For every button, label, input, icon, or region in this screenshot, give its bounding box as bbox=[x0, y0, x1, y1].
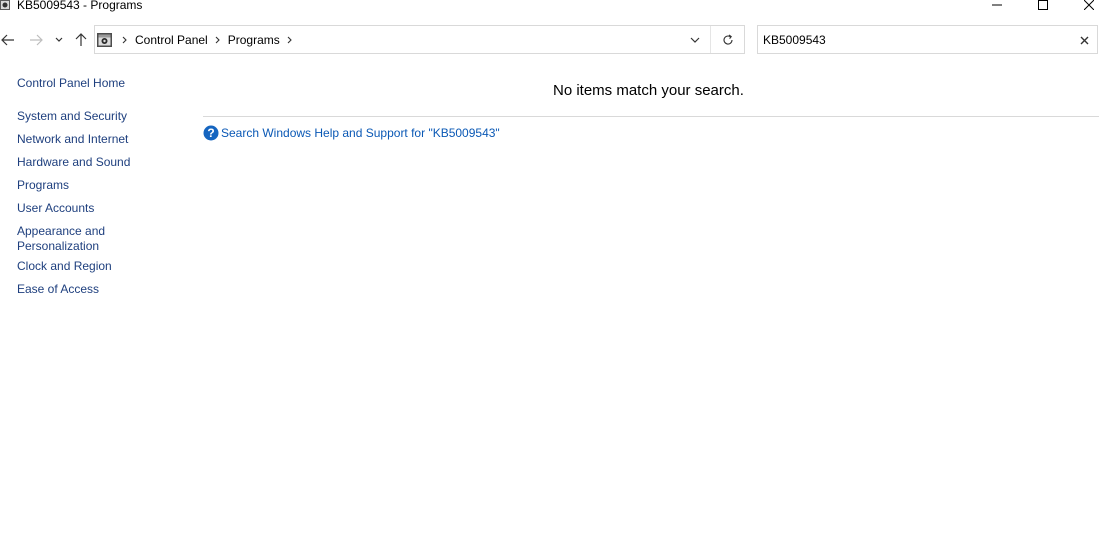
minimize-icon bbox=[992, 4, 1002, 6]
divider bbox=[203, 116, 1099, 117]
close-window-button[interactable] bbox=[1066, 0, 1099, 14]
sidebar-item-user-accounts[interactable]: User Accounts bbox=[17, 201, 94, 216]
empty-results-message: No items match your search. bbox=[553, 82, 744, 99]
address-dropdown-button[interactable] bbox=[686, 31, 704, 49]
chevron-right-icon[interactable] bbox=[210, 36, 226, 44]
chevron-right-icon[interactable] bbox=[117, 36, 133, 44]
close-icon bbox=[1084, 0, 1094, 10]
breadcrumb: Control Panel Programs bbox=[117, 26, 298, 53]
sidebar-item-network-and-internet[interactable]: Network and Internet bbox=[17, 132, 128, 147]
arrow-left-icon bbox=[1, 34, 14, 46]
maximize-button[interactable] bbox=[1020, 0, 1066, 14]
address-divider bbox=[710, 26, 711, 53]
sidebar-item-system-and-security[interactable]: System and Security bbox=[17, 109, 127, 124]
arrow-up-icon bbox=[75, 33, 87, 46]
help-search-link[interactable]: ? Search Windows Help and Support for "K… bbox=[203, 125, 500, 141]
control-panel-icon bbox=[97, 33, 112, 47]
recent-locations-button[interactable] bbox=[51, 29, 67, 51]
search-input[interactable] bbox=[763, 31, 1063, 49]
chevron-right-icon[interactable] bbox=[282, 36, 298, 44]
chevron-down-icon bbox=[55, 37, 63, 42]
maximize-icon bbox=[1038, 0, 1048, 10]
chevron-down-icon bbox=[690, 37, 700, 43]
breadcrumb-programs[interactable]: Programs bbox=[226, 33, 282, 47]
sidebar-item-control-panel-home[interactable]: Control Panel Home bbox=[17, 76, 125, 91]
sidebar-item-appearance-line2[interactable]: Personalization bbox=[17, 239, 99, 254]
back-button[interactable] bbox=[0, 29, 18, 51]
sidebar-item-programs[interactable]: Programs bbox=[17, 178, 69, 193]
forward-button[interactable] bbox=[26, 29, 46, 51]
breadcrumb-control-panel[interactable]: Control Panel bbox=[133, 33, 210, 47]
control-panel-icon bbox=[0, 0, 10, 10]
window-title: KB5009543 - Programs bbox=[17, 0, 143, 12]
help-question-icon: ? bbox=[203, 125, 219, 141]
sidebar-item-hardware-and-sound[interactable]: Hardware and Sound bbox=[17, 155, 130, 170]
arrow-right-icon bbox=[30, 34, 43, 46]
refresh-icon bbox=[723, 34, 733, 45]
sidebar-item-ease-of-access[interactable]: Ease of Access bbox=[17, 282, 99, 297]
up-button[interactable] bbox=[71, 29, 91, 51]
title-bar: KB5009543 - Programs bbox=[0, 0, 1099, 14]
clear-search-button[interactable] bbox=[1075, 31, 1093, 49]
sidebar-item-appearance-line1[interactable]: Appearance and bbox=[17, 224, 105, 239]
help-link-text[interactable]: Search Windows Help and Support for "KB5… bbox=[221, 126, 500, 140]
svg-text:?: ? bbox=[207, 126, 214, 140]
close-icon bbox=[1080, 36, 1088, 44]
address-bar[interactable]: Control Panel Programs bbox=[94, 25, 745, 54]
search-box[interactable] bbox=[757, 25, 1098, 54]
sidebar-item-clock-and-region[interactable]: Clock and Region bbox=[17, 259, 112, 274]
minimize-button[interactable] bbox=[974, 0, 1020, 14]
refresh-button[interactable] bbox=[716, 30, 740, 50]
